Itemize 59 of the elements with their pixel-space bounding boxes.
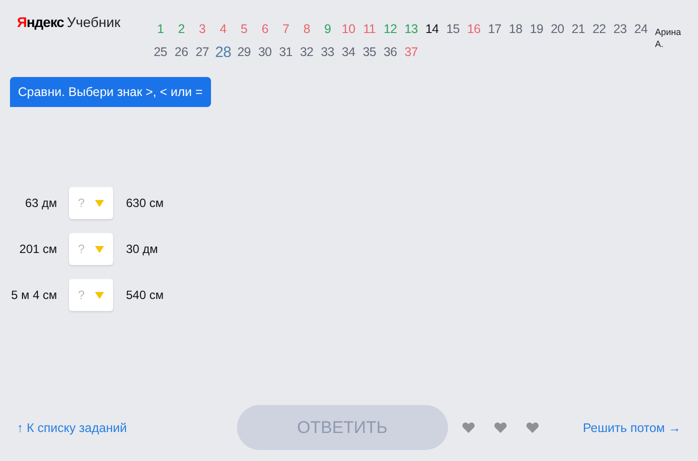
task-number[interactable]: 1 <box>150 21 171 43</box>
task-number[interactable]: 6 <box>254 21 276 43</box>
heart-icon <box>494 422 507 433</box>
left-quantity: 63 дм <box>24 196 57 210</box>
task-number[interactable]: 19 <box>526 21 547 43</box>
user-first-name: Арина <box>655 26 682 38</box>
task-number[interactable]: 14 <box>422 21 442 43</box>
task-number[interactable]: 16 <box>463 21 484 43</box>
task-number[interactable]: 5 <box>234 21 254 43</box>
logo-product: Учебник <box>66 14 120 30</box>
task-number[interactable]: 11 <box>358 21 380 43</box>
right-quantity: 30 дм <box>126 242 158 256</box>
sign-dropdown[interactable]: ? <box>69 187 113 219</box>
task-number[interactable]: 35 <box>358 44 380 66</box>
task-number[interactable]: 10 <box>338 21 359 43</box>
caret-icon <box>95 292 104 298</box>
task-number[interactable]: 12 <box>380 21 401 43</box>
instruction-bubble: Сравни. Выбери знак >, < или = <box>10 77 211 107</box>
task-number[interactable]: 7 <box>275 21 296 43</box>
task-number[interactable]: 31 <box>275 44 296 66</box>
task-number[interactable]: 20 <box>546 21 568 43</box>
user-last-initial: А. <box>655 38 665 50</box>
task-number[interactable]: 37 <box>400 44 422 66</box>
task-number[interactable]: 27 <box>192 44 213 66</box>
task-number[interactable]: 33 <box>317 44 338 66</box>
caret-icon <box>95 246 104 252</box>
task-number[interactable]: 36 <box>380 44 401 66</box>
heart-icon <box>526 422 539 433</box>
task-number[interactable]: 15 <box>442 21 464 43</box>
sign-dropdown[interactable]: ? <box>69 233 113 265</box>
caret-icon <box>95 200 104 206</box>
task-number[interactable]: 22 <box>588 21 610 43</box>
task-number[interactable]: 30 <box>254 44 276 66</box>
task-number[interactable]: 24 <box>630 21 652 43</box>
task-number[interactable]: 28 <box>212 44 234 66</box>
heart-icon <box>462 422 475 433</box>
task-number[interactable]: 34 <box>338 44 359 66</box>
task-number[interactable]: 8 <box>296 21 318 43</box>
task-number[interactable]: 29 <box>234 44 254 66</box>
task-number[interactable]: 17 <box>484 21 506 43</box>
solve-later-link[interactable]: Решить потом → <box>582 420 681 434</box>
task-number[interactable]: 13 <box>400 21 422 43</box>
left-quantity: 5 м 4 см <box>10 288 57 302</box>
back-to-list-link[interactable]: ↑ К списку заданий <box>17 420 127 434</box>
task-number[interactable]: 3 <box>192 21 213 43</box>
task-number[interactable]: 4 <box>212 21 234 43</box>
task-number[interactable]: 18 <box>505 21 526 43</box>
right-quantity: 540 см <box>126 288 164 302</box>
logo-brand: Яндекс <box>17 14 64 30</box>
task-number[interactable]: 2 <box>170 21 192 43</box>
task-number[interactable]: 21 <box>568 21 589 43</box>
left-quantity: 201 см <box>18 242 57 256</box>
task-number[interactable]: 32 <box>296 44 318 66</box>
right-quantity: 630 см <box>126 196 164 210</box>
task-number[interactable]: 9 <box>317 21 338 43</box>
task-number[interactable]: 26 <box>170 44 192 66</box>
sign-dropdown[interactable]: ? <box>69 279 113 311</box>
task-number[interactable]: 25 <box>150 44 171 66</box>
task-number[interactable]: 23 <box>610 21 630 43</box>
